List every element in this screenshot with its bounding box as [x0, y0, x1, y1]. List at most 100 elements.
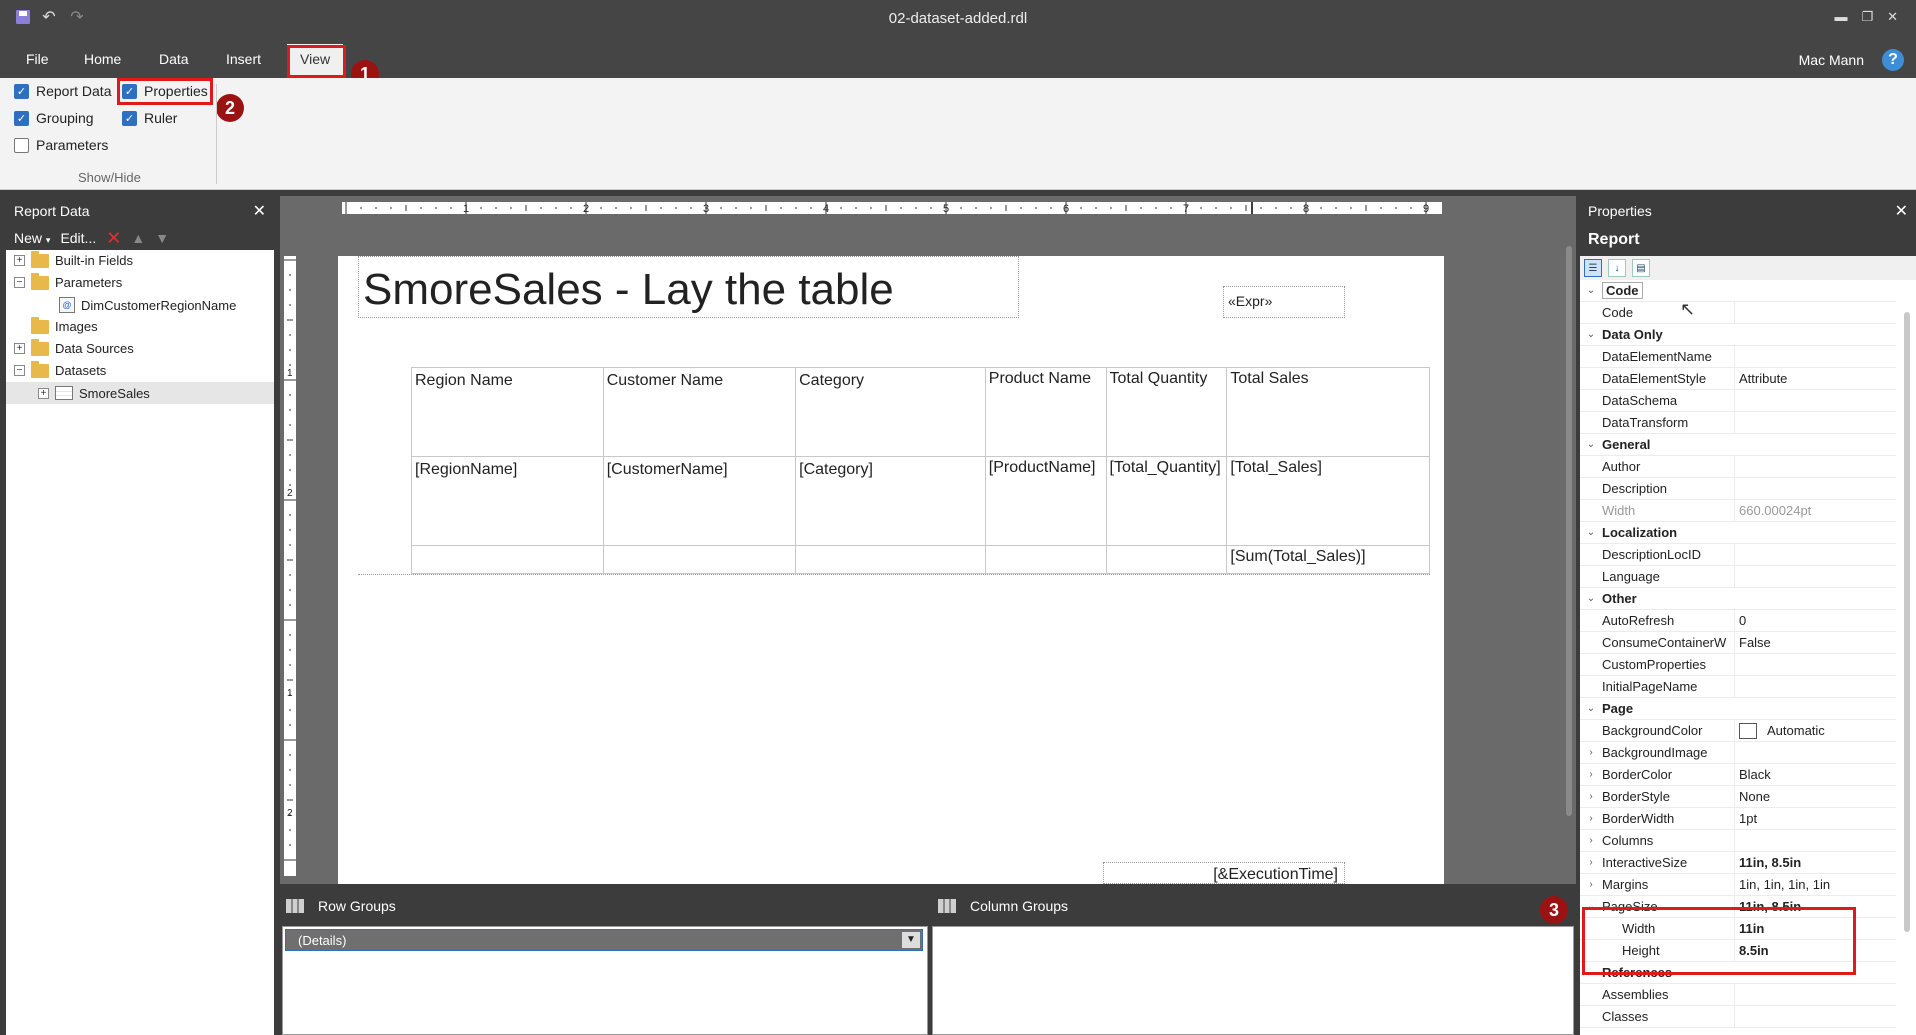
data-table[interactable]: Region Name Customer Name Category Produ…: [411, 367, 1430, 574]
property-value[interactable]: 1pt: [1734, 807, 1896, 830]
property-row[interactable]: AutoRefresh 0: [1580, 609, 1896, 632]
property-row[interactable]: Author: [1580, 455, 1896, 478]
header-cell[interactable]: Total Sales: [1226, 367, 1430, 457]
chevron-right-icon[interactable]: ›: [1580, 747, 1602, 758]
property-row[interactable]: › BorderWidth 1pt: [1580, 807, 1896, 830]
expression-textbox[interactable]: «Expr»: [1223, 286, 1345, 318]
expand-icon[interactable]: +: [14, 255, 25, 266]
property-row[interactable]: › InteractiveSize 11in, 8.5in: [1580, 851, 1896, 874]
chevron-right-icon[interactable]: ›: [1580, 791, 1602, 802]
expand-icon[interactable]: +: [38, 387, 49, 399]
move-down-icon[interactable]: ▼: [155, 230, 169, 246]
property-value[interactable]: [1734, 675, 1896, 698]
property-value[interactable]: [1734, 477, 1896, 500]
detail-cell[interactable]: [Total_Quantity]: [1105, 456, 1228, 546]
total-cell[interactable]: [1105, 545, 1228, 574]
property-row[interactable]: DataElementStyle Attribute: [1580, 367, 1896, 390]
tree-item-dimcustomerregionname[interactable]: @ DimCustomerRegionName: [59, 297, 236, 313]
tree-item-built-in-fields[interactable]: + Built-in Fields: [14, 250, 133, 268]
chevron-right-icon[interactable]: ›: [1580, 813, 1602, 824]
property-row[interactable]: DataElementName: [1580, 345, 1896, 368]
checkbox-grouping[interactable]: ✓ Grouping: [14, 110, 94, 126]
categorized-icon[interactable]: ☰: [1584, 259, 1602, 277]
tree-item-datasets[interactable]: − Datasets: [14, 360, 106, 378]
property-value[interactable]: [1734, 1005, 1896, 1028]
property-row[interactable]: › Columns: [1580, 829, 1896, 852]
property-value[interactable]: [1734, 389, 1896, 412]
property-value[interactable]: Black: [1734, 763, 1896, 786]
property-category[interactable]: ⌄ Other: [1580, 588, 1896, 610]
property-row[interactable]: Language: [1580, 565, 1896, 588]
property-category[interactable]: ⌄ Localization: [1580, 522, 1896, 544]
close-icon[interactable]: ✕: [253, 201, 274, 221]
tree-item-data-sources[interactable]: + Data Sources: [14, 338, 134, 356]
chevron-right-icon[interactable]: ›: [1580, 857, 1602, 868]
property-value[interactable]: [1734, 653, 1896, 676]
checkbox-parameters[interactable]: Parameters: [14, 137, 108, 153]
property-pages-icon[interactable]: ▤: [1632, 259, 1650, 277]
total-cell[interactable]: [602, 545, 797, 574]
header-cell[interactable]: Category: [795, 367, 986, 457]
property-row[interactable]: › BorderStyle None: [1580, 785, 1896, 808]
property-row[interactable]: DataTransform: [1580, 411, 1896, 434]
header-cell[interactable]: Customer Name: [602, 367, 797, 457]
property-value[interactable]: 11in, 8.5in: [1734, 851, 1896, 874]
properties-scrollbar[interactable]: [1904, 312, 1910, 932]
property-row[interactable]: › BackgroundImage: [1580, 741, 1896, 764]
chevron-down-icon[interactable]: ▼: [902, 932, 920, 948]
property-value[interactable]: [1734, 741, 1896, 764]
menu-data[interactable]: Data: [159, 51, 189, 67]
close-icon[interactable]: ✕: [1895, 201, 1916, 221]
total-cell[interactable]: [Sum(Total_Sales)]: [1226, 545, 1430, 574]
property-row[interactable]: DataSchema: [1580, 389, 1896, 412]
execution-time-textbox[interactable]: [&ExecutionTime]: [1103, 862, 1345, 884]
menu-insert[interactable]: Insert: [226, 51, 261, 67]
chevron-down-icon[interactable]: ⌄: [1580, 329, 1602, 340]
new-button[interactable]: New ▾: [14, 230, 50, 246]
checkbox-report-data[interactable]: ✓ Report Data: [14, 83, 111, 99]
chevron-down-icon[interactable]: ⌄: [1580, 439, 1602, 450]
property-row[interactable]: Classes: [1580, 1005, 1896, 1028]
property-row[interactable]: Width 660.00024pt: [1580, 499, 1896, 522]
restore-icon[interactable]: ❐: [1861, 9, 1873, 25]
property-row[interactable]: ConsumeContainerW False: [1580, 631, 1896, 654]
property-value[interactable]: [1734, 829, 1896, 852]
tree-item-parameters[interactable]: − Parameters: [14, 272, 122, 290]
property-row[interactable]: DescriptionLocID: [1580, 543, 1896, 566]
menu-home[interactable]: Home: [84, 51, 121, 67]
property-value[interactable]: [1734, 345, 1896, 368]
delete-icon[interactable]: ✕: [106, 228, 121, 249]
chevron-down-icon[interactable]: ⌄: [1580, 527, 1602, 538]
property-category[interactable]: ⌄ Page: [1580, 698, 1896, 720]
tree-item-images[interactable]: Images: [31, 316, 98, 334]
detail-cell[interactable]: [CustomerName]: [602, 456, 797, 546]
chevron-right-icon[interactable]: ›: [1580, 879, 1602, 890]
property-row[interactable]: › BorderColor Black: [1580, 763, 1896, 786]
property-value[interactable]: False: [1734, 631, 1896, 654]
property-row[interactable]: Assemblies: [1580, 983, 1896, 1006]
property-row[interactable]: CustomProperties: [1580, 653, 1896, 676]
total-cell[interactable]: [795, 545, 986, 574]
total-cell[interactable]: [411, 545, 604, 574]
property-row[interactable]: › Margins 1in, 1in, 1in, 1in: [1580, 873, 1896, 896]
chevron-right-icon[interactable]: ›: [1580, 835, 1602, 846]
property-row[interactable]: Code: [1580, 301, 1896, 324]
property-category[interactable]: ⌄ General: [1580, 434, 1896, 456]
total-cell[interactable]: [984, 545, 1107, 574]
minimize-icon[interactable]: ▬: [1834, 9, 1847, 25]
tree-item-smoresales[interactable]: + SmoreSales: [6, 382, 274, 404]
expand-icon[interactable]: +: [14, 343, 25, 354]
close-window-icon[interactable]: ✕: [1887, 9, 1898, 25]
property-value[interactable]: [1734, 411, 1896, 434]
details-group-item[interactable]: (Details) ▼: [285, 929, 923, 951]
property-row[interactable]: BackgroundColor Automatic: [1580, 719, 1896, 742]
chevron-down-icon[interactable]: ⌄: [1580, 703, 1602, 714]
header-cell[interactable]: Product Name: [984, 367, 1107, 457]
property-value[interactable]: [1734, 565, 1896, 588]
property-value[interactable]: [1734, 543, 1896, 566]
detail-cell[interactable]: [RegionName]: [411, 456, 604, 546]
detail-cell[interactable]: [Category]: [795, 456, 986, 546]
move-up-icon[interactable]: ▲: [131, 230, 145, 246]
property-value[interactable]: [1734, 301, 1896, 324]
edit-button[interactable]: Edit...: [60, 230, 96, 246]
